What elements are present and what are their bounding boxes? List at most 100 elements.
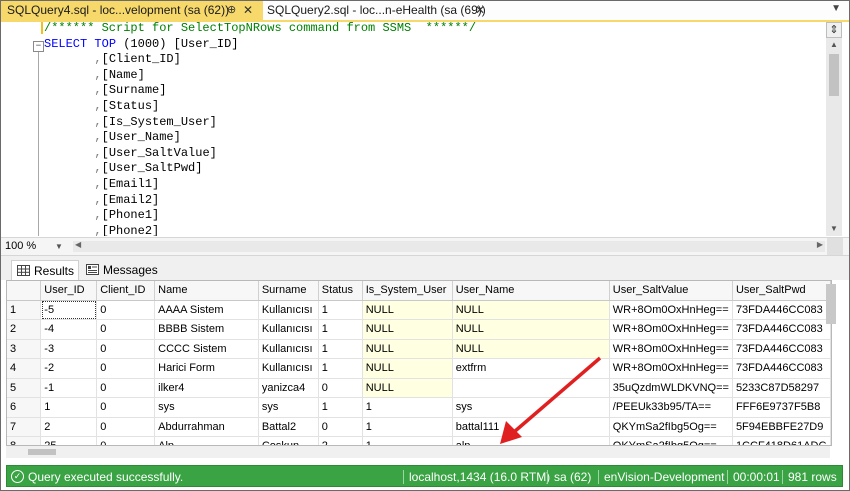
grid-cell[interactable]: NULL [452, 300, 610, 320]
chevron-down-icon[interactable]: ▼ [55, 238, 63, 255]
grid-cell[interactable]: 0 [96, 300, 156, 320]
editor-horizontal-scrollbar[interactable]: ◀ ▶ [73, 240, 825, 252]
grid-cell[interactable]: Abdurrahman [154, 417, 259, 437]
grid-cell[interactable] [452, 378, 610, 398]
grid-cell[interactable]: WR+8Om0OxHnHeg== [609, 300, 733, 320]
grid-cell[interactable]: 73FDA446CC083 [732, 319, 831, 340]
pin-icon[interactable]: ⊕ [227, 1, 236, 20]
grid-cell[interactable]: 0 [96, 436, 156, 445]
zoom-select[interactable]: 100 % ▼ [5, 238, 63, 255]
grid-cell[interactable]: battal111 [452, 417, 610, 437]
grid-cell[interactable]: Alp [154, 436, 259, 445]
table-row[interactable]: 2 -4 0 BBBB Sistem Kullanıcısı 1 NULL NULL WR+8O… [7, 319, 831, 340]
grid-cell[interactable]: sys [452, 397, 610, 418]
grid-cell[interactable]: 0 [96, 397, 156, 418]
grid-cell[interactable]: WR+8Om0OxHnHeg== [609, 358, 733, 379]
grid-cell[interactable]: yanizca4 [258, 378, 319, 398]
row-number[interactable]: 8 [7, 436, 42, 445]
row-number[interactable]: 6 [7, 397, 42, 418]
grid-cell[interactable]: Kullanıcısı [258, 339, 319, 359]
grid-cell[interactable]: ilker4 [154, 378, 259, 398]
column-header[interactable]: Surname [258, 281, 319, 301]
grid-cell[interactable]: 25 [40, 436, 98, 445]
grid-cell[interactable]: /PEEUk33b95/TA== [609, 397, 733, 418]
grid-cell[interactable]: 1CCF418D61ADC [732, 436, 831, 445]
grid-cell[interactable]: 1 [318, 358, 363, 379]
grid-cell[interactable]: -2 [40, 358, 98, 379]
row-number[interactable]: 2 [7, 319, 42, 340]
results-grid[interactable]: User_ID Client_ID Name Surname Status Is_Syst… [6, 280, 832, 446]
column-header[interactable]: Name [154, 281, 259, 301]
tab-sqlquery2[interactable]: SQLQuery2.sql - loc...n-eHealth (sa (69)… [261, 1, 497, 20]
column-header[interactable]: Client_ID [96, 281, 156, 301]
grid-cell[interactable]: NULL [362, 339, 453, 359]
table-row[interactable]: 8250AlpCoskun21alpQKYmSa2fIbg5Og==1CCF41… [7, 436, 831, 445]
table-row[interactable]: 1 -5 0 AAAA Sistem Kullanıcısı 1 NULL NULL WR+8O… [7, 300, 831, 320]
grid-cell[interactable]: -4 [40, 319, 98, 340]
table-row[interactable]: 7 2 0 Abdurrahman Battal2 0 1 battal111 QKYmSa2f… [7, 417, 831, 437]
grid-cell[interactable]: NULL [452, 319, 610, 340]
grid-cell[interactable]: -3 [40, 339, 98, 359]
grid-cell[interactable]: 1 [362, 436, 453, 445]
grid-cell[interactable]: 1 [318, 397, 363, 418]
grid-cell[interactable]: 0 [318, 378, 363, 398]
grid-cell[interactable]: 2 [40, 417, 98, 437]
grid-cell[interactable]: NULL [362, 378, 453, 398]
grid-cell[interactable]: 1 [318, 319, 363, 340]
row-number[interactable]: 7 [7, 417, 42, 437]
close-icon[interactable]: ✕ [243, 1, 253, 20]
grid-cell[interactable]: 5233C87D58297 [732, 378, 831, 398]
column-header[interactable]: User_Name [452, 281, 610, 301]
scroll-up-icon[interactable]: ▲ [830, 40, 838, 49]
scroll-right-icon[interactable]: ▶ [817, 240, 823, 249]
grid-cell[interactable]: 73FDA446CC083 [732, 358, 831, 379]
grid-cell[interactable]: NULL [362, 358, 453, 379]
grid-cell[interactable]: alp [452, 436, 610, 445]
scroll-thumb[interactable] [829, 54, 839, 96]
query-editor[interactable]: − /****** Script for SelectTopNRows comm… [1, 22, 849, 236]
tab-results[interactable]: Results [11, 260, 79, 280]
grid-cell[interactable]: BBBB Sistem [154, 319, 259, 340]
grid-cell[interactable]: 5F94EBBFE27D9 [732, 417, 831, 437]
tab-sqlquery4[interactable]: SQLQuery4.sql - loc...velopment (sa (62)… [1, 1, 263, 20]
scroll-down-icon[interactable]: ▼ [830, 224, 838, 233]
column-header[interactable]: User_SaltPwd [732, 281, 831, 301]
tab-list-dropdown-icon[interactable]: ▼ [831, 3, 841, 14]
scroll-left-icon[interactable]: ◀ [75, 240, 81, 249]
grid-cell[interactable]: WR+8Om0OxHnHeg== [609, 319, 733, 340]
table-row[interactable]: 6 1 0 sys sys 1 1 sys/PEEUk33b95/TA== FFF6E9737F… [7, 397, 831, 418]
grid-cell[interactable]: 1 [318, 300, 363, 320]
tab-messages[interactable]: Messages [81, 260, 158, 280]
grid-cell[interactable]: AAAA Sistem [154, 300, 259, 320]
grid-cell[interactable]: Coskun [258, 436, 319, 445]
grid-cell[interactable]: -5 [40, 300, 98, 320]
grid-cell[interactable]: 1 [40, 397, 98, 418]
grid-cell[interactable]: Kullanıcısı [258, 319, 319, 340]
grid-cell[interactable]: 0 [96, 378, 156, 398]
scroll-thumb[interactable] [28, 449, 56, 455]
grid-cell[interactable]: NULL [362, 319, 453, 340]
editor-vertical-scrollbar[interactable]: ▲ ▼ [826, 38, 842, 236]
row-number[interactable]: 3 [7, 339, 42, 359]
grid-cell[interactable]: QKYmSa2fIbg5Og== [609, 417, 733, 437]
close-icon[interactable]: ✕ [475, 1, 485, 20]
row-number-header[interactable] [7, 281, 42, 301]
grid-cell[interactable]: NULL [362, 300, 453, 320]
table-row[interactable]: 5 -1 0 ilker4 yanizca4 0 NULL 35uQzdmWLDKVNQ== 5… [7, 378, 831, 398]
row-number[interactable]: 1 [7, 300, 42, 320]
column-header[interactable]: User_ID [40, 281, 98, 301]
sql-code[interactable]: /****** Script for SelectTopNRows comman… [44, 22, 476, 236]
grid-cell[interactable]: Kullanıcısı [258, 300, 319, 320]
grid-vertical-scroll-thumb[interactable] [826, 284, 836, 324]
grid-cell[interactable]: Kullanıcısı [258, 358, 319, 379]
grid-cell[interactable]: WR+8Om0OxHnHeg== [609, 339, 733, 359]
grid-cell[interactable]: 0 [96, 417, 156, 437]
grid-cell[interactable]: 35uQzdmWLDKVNQ== [609, 378, 733, 398]
table-row[interactable]: 4 -2 0 Harici Form Kullanıcısı 1 NULL extfrm WR+… [7, 358, 831, 379]
collapse-icon[interactable]: − [33, 41, 44, 52]
grid-cell[interactable]: sys [258, 397, 319, 418]
row-number[interactable]: 4 [7, 358, 42, 379]
grid-cell[interactable]: extfrm [452, 358, 610, 379]
column-header[interactable]: Status [318, 281, 363, 301]
grid-cell[interactable]: FFF6E9737F5B8 [732, 397, 831, 418]
